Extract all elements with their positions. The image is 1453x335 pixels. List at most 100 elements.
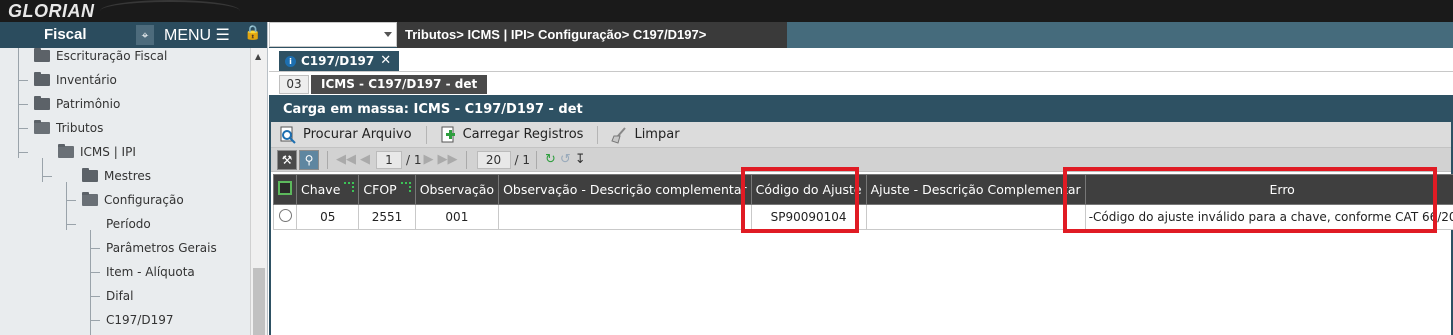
col-observacao[interactable]: Observação bbox=[414, 174, 500, 205]
tree-item-item-aliquota[interactable]: Item - Alíquota bbox=[106, 262, 195, 282]
tree-item-label: Configuração bbox=[104, 193, 184, 207]
folder-open-icon bbox=[82, 192, 98, 206]
tree-line bbox=[66, 182, 67, 230]
tree-item-configuracao[interactable]: Configuração bbox=[82, 190, 184, 210]
search-icon[interactable]: ⚲ bbox=[299, 149, 319, 170]
tree-item-label: Item - Alíquota bbox=[106, 265, 195, 279]
first-page-icon[interactable]: ◀◀ bbox=[336, 152, 356, 167]
subtabs: 03 ICMS - C197/D197 - det bbox=[279, 75, 488, 94]
sidebar-title: Fiscal bbox=[44, 26, 87, 43]
page-size-input[interactable]: 20 bbox=[476, 150, 511, 169]
panel-title: Carga em massa: ICMS - C197/D197 - det bbox=[271, 97, 1451, 122]
sidebar-scrollbar[interactable]: ▲ bbox=[250, 48, 267, 335]
tree-item-label: ICMS | IPI bbox=[80, 145, 136, 159]
load-records-button[interactable]: Carregar Registros bbox=[439, 126, 584, 144]
radio-button[interactable] bbox=[278, 209, 292, 222]
tools-icon[interactable]: ⚒ bbox=[277, 149, 297, 170]
lock-icon[interactable]: 🔒 bbox=[244, 25, 261, 41]
folder-icon bbox=[34, 72, 50, 86]
column-chooser[interactable] bbox=[273, 174, 297, 205]
next-page-icon[interactable]: ▶ bbox=[424, 152, 434, 167]
tree-item-inventario[interactable]: Inventário bbox=[34, 70, 117, 90]
tree-item-label: Inventário bbox=[56, 73, 117, 87]
load-records-label: Carregar Registros bbox=[462, 127, 584, 142]
scrollbar-thumb[interactable] bbox=[253, 268, 265, 335]
tree-item-label: Período bbox=[106, 217, 151, 231]
tree-item-tributos[interactable]: Tributos bbox=[34, 118, 103, 138]
tree-line bbox=[18, 48, 19, 158]
folder-icon bbox=[34, 96, 50, 110]
tree-line bbox=[18, 104, 28, 105]
tree-item-escrituracao-fiscal[interactable]: Escrituração Fiscal bbox=[34, 48, 167, 66]
folder-open-icon bbox=[34, 120, 50, 134]
search-file-button[interactable]: Procurar Arquivo bbox=[279, 126, 412, 144]
highlight-codigo-ajuste bbox=[741, 167, 859, 233]
tab-divider bbox=[269, 71, 1453, 72]
pager-divider bbox=[327, 150, 328, 169]
tree-item-label: C197/D197 bbox=[106, 313, 174, 327]
tree-item-parametros-gerais[interactable]: Parâmetros Gerais bbox=[106, 238, 217, 258]
document-tab[interactable]: i C197/D197 ✕ bbox=[279, 51, 400, 71]
folder-icon bbox=[82, 168, 98, 182]
scroll-up-icon[interactable]: ▲ bbox=[255, 52, 261, 61]
col-chave[interactable]: Chave bbox=[295, 174, 360, 205]
prev-page-icon[interactable]: ◀ bbox=[360, 152, 370, 167]
header-bar: Tributos> ICMS | IPI> Configuração> C197… bbox=[269, 22, 1453, 48]
info-icon: i bbox=[285, 55, 296, 67]
app-logo: GLORIAN bbox=[8, 1, 95, 21]
page-input[interactable]: 1 bbox=[376, 150, 402, 169]
tree-item-label: Escrituração Fiscal bbox=[56, 49, 168, 63]
action-toolbar: Procurar Arquivo Carregar Registros Limp… bbox=[271, 122, 1451, 148]
subtab-active[interactable]: ICMS - C197/D197 - det bbox=[311, 75, 488, 94]
col-observacao-descricao[interactable]: Observação - Descrição complementar bbox=[498, 174, 752, 205]
add-document-icon bbox=[439, 126, 457, 144]
toolbar-separator bbox=[597, 125, 599, 144]
cell-ajuste-descricao bbox=[865, 204, 1086, 230]
clear-label: Limpar bbox=[634, 127, 680, 142]
column-chooser-icon bbox=[278, 181, 292, 195]
context-select[interactable] bbox=[269, 22, 397, 47]
col-cfop[interactable]: CFOP bbox=[358, 174, 416, 205]
folder-open-icon bbox=[58, 144, 74, 158]
subtab-number[interactable]: 03 bbox=[279, 75, 309, 94]
total-pages: / 1 bbox=[406, 152, 422, 167]
tree-line bbox=[18, 128, 28, 129]
tree-line bbox=[90, 296, 100, 297]
tree-item-difal[interactable]: Difal bbox=[106, 286, 134, 306]
top-bar: GLORIAN bbox=[0, 0, 1453, 22]
breadcrumb: Tributos> ICMS | IPI> Configuração> C197… bbox=[397, 22, 787, 48]
sidebar: Fiscal ⌖ MENU ☰ 🔒 Escrituração Fiscal In… bbox=[0, 22, 268, 335]
last-page-icon[interactable]: ▶▶ bbox=[438, 152, 458, 167]
tree-line bbox=[42, 158, 43, 182]
row-select-radio[interactable] bbox=[273, 204, 297, 230]
search-file-label: Procurar Arquivo bbox=[303, 127, 412, 142]
cell-observacao: 001 bbox=[414, 204, 500, 230]
tree-item-patrimonio[interactable]: Patrimônio bbox=[34, 94, 120, 114]
export-icon[interactable]: ↧ bbox=[575, 152, 586, 167]
pager-divider bbox=[465, 150, 467, 169]
tree-line bbox=[42, 176, 52, 177]
refresh-icon[interactable]: ↻ bbox=[545, 152, 556, 167]
tree-item-c197-d197[interactable]: C197/D197 bbox=[106, 310, 173, 330]
reload-icon[interactable]: ↺ bbox=[560, 152, 571, 167]
header-fill bbox=[787, 22, 1453, 48]
tree-line bbox=[66, 224, 76, 225]
close-icon[interactable]: ✕ bbox=[380, 51, 391, 71]
tree-item-label: Parâmetros Gerais bbox=[106, 241, 217, 255]
tree-item-periodo[interactable]: Período bbox=[106, 214, 151, 234]
logo-decoration bbox=[100, 0, 240, 22]
menu-button[interactable]: MENU ☰ bbox=[164, 25, 230, 45]
col-ajuste-descricao[interactable]: Ajuste - Descrição Complementar bbox=[865, 174, 1086, 205]
toolbar-separator bbox=[425, 125, 427, 144]
search-file-icon bbox=[279, 126, 297, 144]
broom-icon bbox=[610, 126, 628, 144]
tree-item-label: Tributos bbox=[56, 121, 104, 135]
tree-line bbox=[90, 320, 100, 321]
pin-icon[interactable]: ⌖ bbox=[136, 25, 154, 45]
clear-button[interactable]: Limpar bbox=[610, 126, 680, 144]
tree-item-mestres[interactable]: Mestres bbox=[82, 166, 151, 186]
tree-item-icms-ipi[interactable]: ICMS | IPI bbox=[58, 142, 136, 162]
highlight-erro bbox=[1063, 167, 1437, 233]
pager-divider bbox=[536, 150, 537, 169]
cell-chave: 05 bbox=[295, 204, 360, 230]
